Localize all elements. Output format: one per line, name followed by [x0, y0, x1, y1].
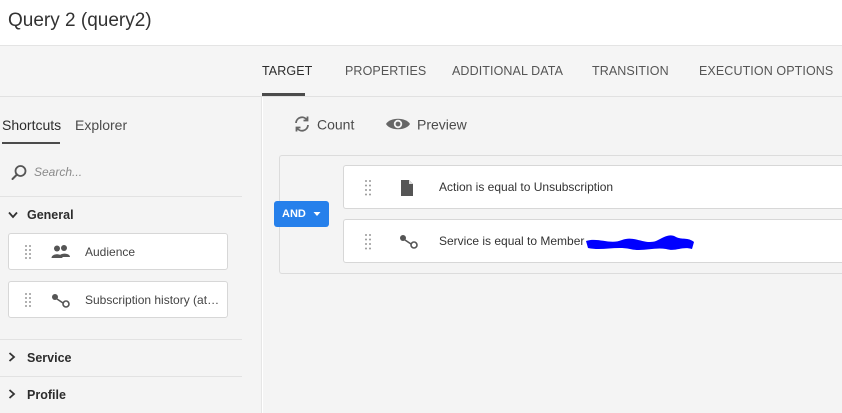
drag-handle-icon[interactable] — [364, 179, 372, 197]
search-icon — [11, 165, 27, 180]
tab-execution-options[interactable]: EXECUTION OPTIONS — [699, 64, 833, 78]
tab-target[interactable]: TARGET — [262, 64, 312, 78]
chevron-down-icon — [8, 208, 20, 222]
title-bar: Query 2 (query2) — [0, 0, 842, 46]
sidebar-tab-shortcuts[interactable]: Shortcuts — [2, 117, 61, 133]
page-title: Query 2 (query2) — [8, 10, 152, 31]
condition-label: Service is equal to Member — [439, 234, 585, 248]
shortcut-item-label: Subscription history (att… — [85, 293, 221, 307]
active-tab-indicator — [262, 93, 305, 96]
group-profile[interactable]: Profile — [8, 388, 66, 402]
condition-label: Action is equal to Unsubscription — [439, 180, 614, 194]
drag-handle-icon[interactable] — [364, 233, 372, 251]
redaction-scribble — [586, 235, 694, 250]
divider — [0, 339, 242, 340]
divider — [0, 376, 242, 377]
tab-transition[interactable]: TRANSITION — [592, 64, 669, 78]
group-label: Profile — [27, 388, 66, 402]
count-label: Count — [317, 116, 355, 133]
group-label: Service — [27, 351, 72, 365]
divider — [0, 196, 242, 197]
condition-row[interactable]: Service is equal to Member — [343, 219, 842, 263]
document-icon — [401, 180, 413, 196]
group-service[interactable]: Service — [8, 351, 71, 365]
refresh-icon — [295, 116, 309, 132]
tab-properties[interactable]: PROPERTIES — [345, 64, 426, 78]
shortcut-item-audience[interactable]: Audience — [8, 233, 228, 270]
chevron-right-icon — [8, 388, 20, 402]
link-icon — [400, 235, 418, 249]
search-box — [8, 159, 240, 185]
shortcut-item-subscription-history[interactable]: Subscription history (att… — [8, 281, 228, 318]
operator-label: AND — [282, 208, 306, 220]
shortcut-item-label: Audience — [85, 245, 136, 259]
preview-label: Preview — [417, 116, 467, 133]
search-input[interactable] — [34, 162, 234, 182]
condition-row[interactable]: Action is equal to Unsubscription — [343, 165, 842, 209]
and-operator-button[interactable]: AND — [274, 201, 329, 227]
chevron-right-icon — [8, 351, 20, 365]
preview-button[interactable]: Preview — [385, 115, 467, 137]
drag-handle-icon[interactable] — [24, 292, 32, 308]
drag-handle-icon[interactable] — [24, 244, 32, 260]
link-icon — [52, 294, 70, 308]
tab-additional-data[interactable]: ADDITIONAL DATA — [452, 64, 563, 78]
tab-bar: TARGET PROPERTIES ADDITIONAL DATA TRANSI… — [0, 46, 842, 97]
chevron-down-icon — [313, 212, 321, 217]
group-label: General — [27, 208, 74, 222]
sidebar: Shortcuts Explorer General Audience Subs… — [0, 97, 262, 413]
sidebar-tab-explorer[interactable]: Explorer — [75, 117, 127, 133]
query-editor: Count Preview AND Action is equal to Uns… — [263, 97, 842, 413]
eye-icon — [386, 119, 410, 130]
count-button[interactable]: Count — [293, 115, 354, 137]
sidebar-tab-indicator — [2, 142, 60, 144]
audience-icon — [51, 245, 70, 258]
group-general[interactable]: General — [8, 208, 74, 222]
